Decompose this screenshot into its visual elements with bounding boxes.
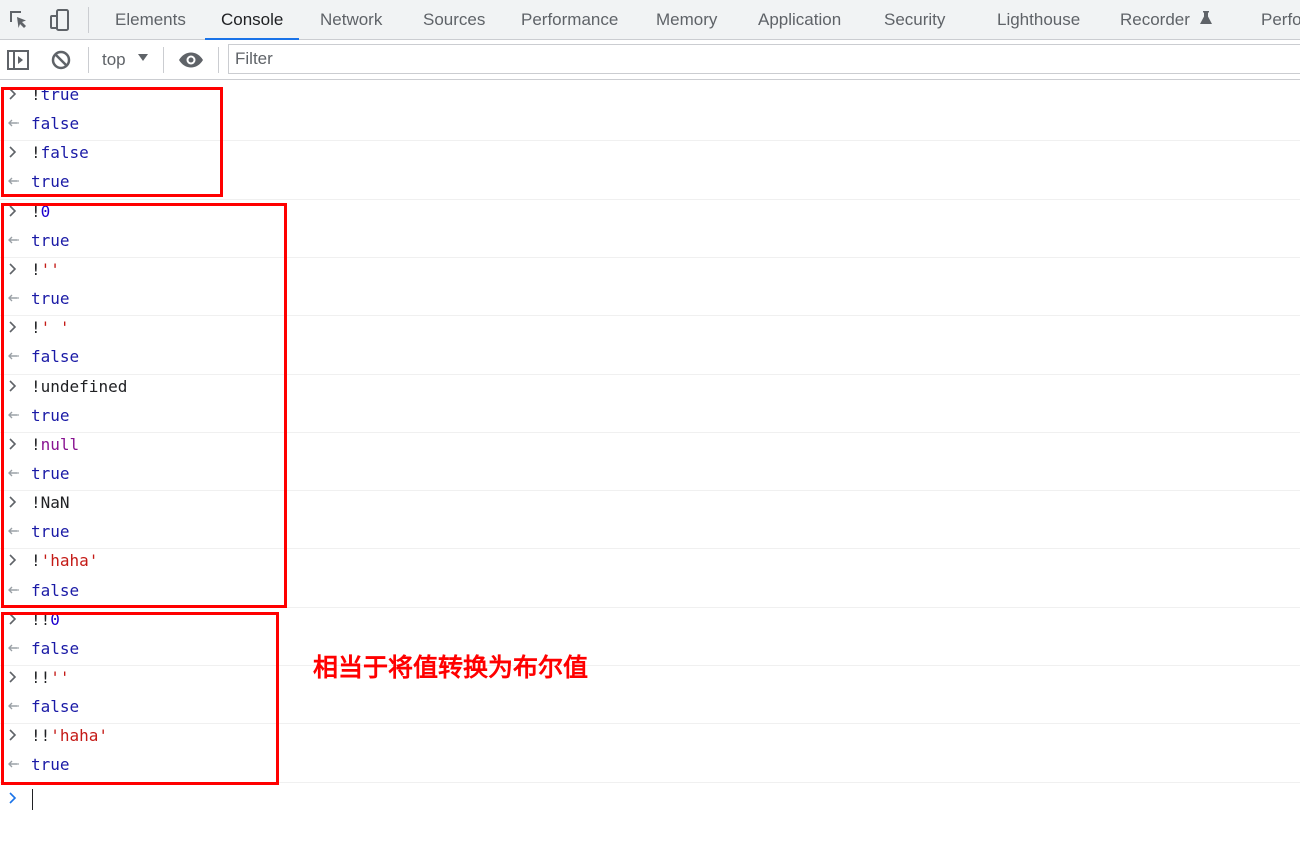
toolbar-separator: [88, 47, 89, 73]
tab-performance[interactable]: Performance: [521, 0, 618, 39]
tab-elements[interactable]: Elements: [115, 0, 186, 39]
console-prompt[interactable]: [0, 787, 1300, 813]
experiment-flask-icon: [1199, 11, 1212, 24]
tab-memory[interactable]: Memory: [656, 0, 717, 39]
tab-application[interactable]: Application: [758, 0, 841, 39]
annotation-note: 相当于将值转换为布尔值: [313, 653, 589, 682]
highlight-box: [1, 87, 223, 197]
filter-input[interactable]: [229, 45, 1300, 73]
toolbar-separator: [163, 47, 164, 73]
tab-console[interactable]: Console: [204, 0, 300, 40]
console-toolbar: top: [0, 40, 1300, 80]
highlight-box: [1, 203, 287, 608]
tab-recorder[interactable]: Recorder: [1120, 0, 1213, 39]
show-sidebar-icon[interactable]: [6, 48, 30, 72]
tab-sources[interactable]: Sources: [423, 0, 485, 39]
tab-lighthouse[interactable]: Lighthouse: [997, 0, 1080, 39]
tab-network[interactable]: Network: [320, 0, 382, 39]
tab-performance-insights[interactable]: Perfo: [1261, 0, 1300, 39]
tab-security[interactable]: Security: [884, 0, 945, 39]
devtools-tab-bar: Elements Console Network Sources Perform…: [0, 0, 1300, 40]
device-toolbar-icon[interactable]: [48, 8, 72, 32]
clear-console-icon[interactable]: [49, 48, 73, 72]
inspect-element-icon[interactable]: [7, 8, 31, 32]
context-selector-label: top: [102, 50, 126, 69]
tab-separator: [88, 7, 89, 33]
toolbar-separator: [218, 47, 219, 73]
chevron-right-icon: [5, 790, 21, 806]
tab-recorder-label: Recorder: [1120, 10, 1190, 29]
chevron-down-icon: [138, 54, 148, 61]
highlight-box: [1, 612, 279, 785]
text-cursor: [32, 789, 33, 810]
context-selector[interactable]: top: [102, 40, 148, 79]
live-expression-icon[interactable]: [178, 48, 203, 72]
filter-box: [228, 44, 1300, 74]
